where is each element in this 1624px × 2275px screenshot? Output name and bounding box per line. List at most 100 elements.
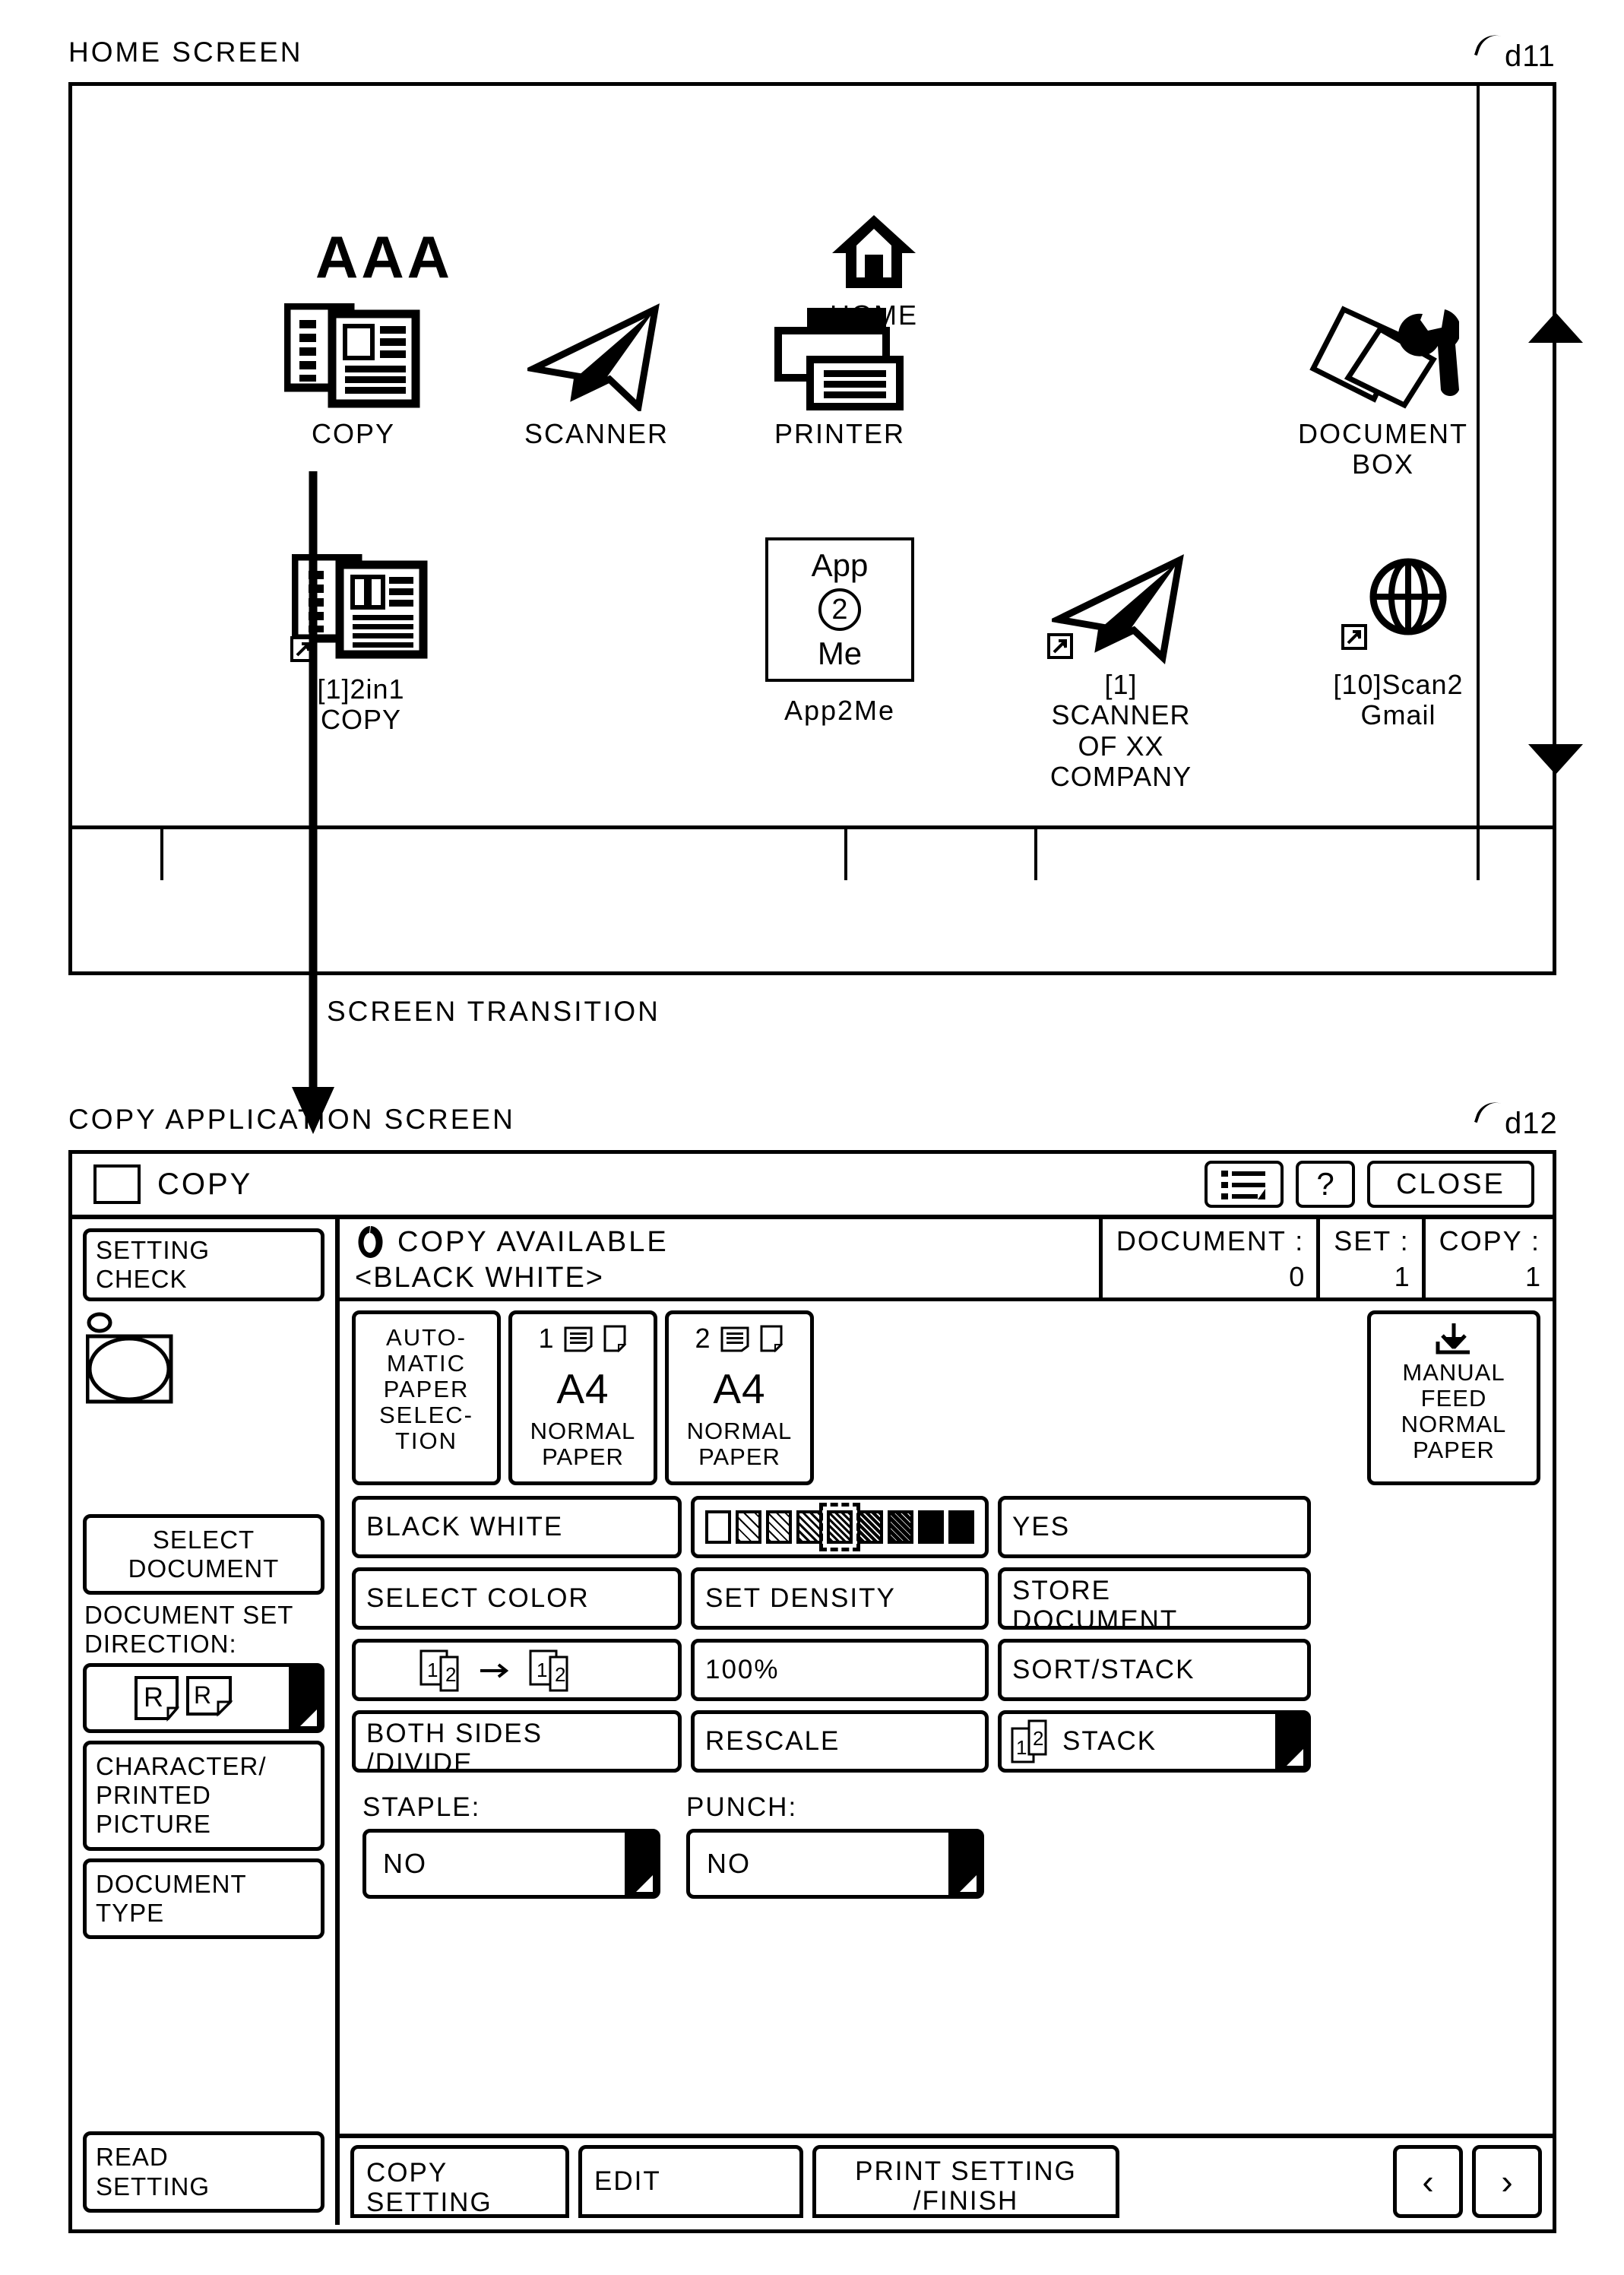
select-document-button[interactable]: SELECT DOCUMENT	[83, 1514, 324, 1595]
taskbar-slot-3[interactable]	[315, 829, 847, 880]
tray-2-size: A4	[713, 1365, 766, 1412]
punch-value-button[interactable]: NO	[686, 1829, 984, 1899]
tab-edit[interactable]: EDIT	[578, 2145, 803, 2218]
taskbar-slot-1[interactable]	[72, 829, 163, 880]
setting-check-label-line2: CHECK	[96, 1265, 188, 1293]
counter-copy-key: COPY :	[1439, 1225, 1540, 1256]
store-document-button[interactable]: STORE DOCUMENT	[998, 1567, 1311, 1635]
select-color-button[interactable]: SELECT COLOR	[352, 1567, 682, 1630]
tab-copy-setting[interactable]: COPY SETTING	[350, 2145, 569, 2218]
single-sheet-icon	[603, 1325, 626, 1353]
density-level-2[interactable]	[736, 1510, 761, 1544]
app-icon-scanner[interactable]: SCANNER	[498, 303, 695, 449]
duplex-1-2-icon: 1 2 1 2	[419, 1649, 568, 1692]
copy-documents-shortcut-icon	[290, 554, 430, 668]
set-density-button[interactable]: SET DENSITY	[691, 1567, 989, 1630]
close-button[interactable]: CLOSE	[1367, 1161, 1534, 1208]
app-icon-scanner-xx[interactable]: [1] SCANNER OF XX COMPANY	[1007, 554, 1235, 792]
taskbar-slot-4[interactable]	[847, 829, 1037, 880]
shortcut-arrow-icon	[1047, 633, 1073, 659]
density-level-4[interactable]	[796, 1510, 822, 1544]
density-level-6[interactable]	[857, 1510, 883, 1544]
rescale-button[interactable]: RESCALE	[691, 1710, 989, 1773]
staple-label: STAPLE:	[362, 1792, 481, 1822]
scroll-down-arrow-icon[interactable]	[1527, 741, 1584, 778]
copy-documents-icon	[262, 303, 445, 411]
density-level-7[interactable]	[888, 1510, 913, 1544]
tab-print-setting-finish[interactable]: PRINT SETTING /FINISH	[812, 2145, 1119, 2218]
screen-transition-label: SCREEN TRANSITION	[327, 996, 660, 1027]
app2me-tile-icon: App 2 Me	[765, 537, 914, 682]
both-sides-divide-button[interactable]: BOTH SIDES /DIVIDE	[352, 1710, 682, 1778]
paper-tray-2-button[interactable]: 2 A4 NORMAL PAPER	[665, 1310, 814, 1485]
copy-option-grid: BLACK WHITE YES SELECT COLOR SET DENSITY…	[352, 1496, 1540, 1778]
density-level-1[interactable]	[705, 1510, 731, 1544]
character-printed-picture-button[interactable]: CHARACTER/ PRINTED PICTURE	[83, 1740, 324, 1851]
scroll-up-arrow-icon[interactable]	[1527, 309, 1584, 346]
app2me-tile-line1: App	[811, 547, 869, 583]
app-label-scanner-xx-line4: COMPANY	[1049, 760, 1192, 792]
paper-tray-1-button[interactable]: 1 A4 NORMAL PAPER	[508, 1310, 657, 1485]
app-icon-app2me[interactable]: App 2 Me App2Me	[733, 537, 946, 726]
auto-paper-line1: AUTO-	[386, 1324, 467, 1351]
single-sheet-icon	[760, 1325, 783, 1353]
prev-page-button[interactable]: ‹	[1393, 2145, 1463, 2218]
taskbar-slot-5[interactable]	[1037, 829, 1553, 880]
density-level-8[interactable]	[918, 1510, 944, 1544]
finishing-row: STAPLE: NO PUNCH: NO	[352, 1792, 1540, 1899]
black-white-value-button[interactable]: BLACK WHITE	[352, 1496, 682, 1558]
sort-stack-button[interactable]: SORT/STACK	[998, 1639, 1311, 1701]
scale-value-button[interactable]: 100%	[691, 1639, 989, 1701]
dropdown-corner-icon	[625, 1832, 657, 1896]
ref-label-d12: d12	[1505, 1107, 1558, 1140]
density-strip-button[interactable]	[691, 1496, 989, 1558]
document-preview-icon	[86, 1312, 324, 1418]
read-setting-button[interactable]: READ SETTING	[83, 2131, 324, 2213]
dropdown-corner-icon	[948, 1832, 980, 1896]
document-set-direction-button[interactable]: R R	[83, 1662, 324, 1733]
copy-app-title: COPY	[157, 1167, 253, 1201]
tray-1-number: 1	[538, 1323, 555, 1355]
copy-mode-text: <BLACK WHITE>	[355, 1262, 604, 1294]
duplex-preview-button[interactable]: 1 2 1 2	[352, 1639, 682, 1701]
document-type-button[interactable]: DOCUMENT TYPE	[83, 1858, 324, 1940]
home-screen-panel: AAA HOME	[68, 82, 1583, 975]
app-icon-printer[interactable]: PRINTER	[741, 303, 939, 449]
density-level-3[interactable]	[766, 1510, 792, 1544]
help-button[interactable]: ?	[1296, 1161, 1355, 1208]
tray-1-header: 1	[517, 1319, 649, 1358]
density-level-5-selected[interactable]	[819, 1503, 860, 1551]
density-level-9[interactable]	[948, 1510, 974, 1544]
option-row-1: BLACK WHITE YES	[352, 1496, 1540, 1558]
staple-value-button[interactable]: NO	[362, 1829, 660, 1899]
copy-ready-line: COPY AVAILABLE	[355, 1224, 1099, 1260]
manual-feed-button[interactable]: MANUAL FEED NORMAL PAPER	[1367, 1310, 1540, 1485]
document-set-direction-label-line2: DIRECTION:	[84, 1629, 237, 1658]
next-page-button[interactable]: ›	[1472, 2145, 1542, 2218]
svg-text:1: 1	[1016, 1736, 1028, 1759]
app-icon-2in1-copy[interactable]: [1]2in1 COPY	[262, 554, 460, 736]
svg-text:2: 2	[445, 1663, 457, 1686]
app-icon-copy[interactable]: COPY	[262, 303, 445, 449]
option-row-2: SELECT COLOR SET DENSITY STORE DOCUMENT	[352, 1567, 1540, 1635]
copy-status-left: COPY AVAILABLE <BLACK WHITE>	[340, 1219, 1099, 1298]
option-row-4: BOTH SIDES /DIVIDE RESCALE 1 2 STACK	[352, 1710, 1540, 1778]
app-icon-scan2gmail[interactable]: [10]Scan2 Gmail	[1273, 554, 1524, 731]
taskbar-slot-2[interactable]	[163, 829, 315, 880]
tray-2-type-line2: PAPER	[698, 1443, 780, 1470]
dropdown-corner-icon	[289, 1665, 321, 1730]
list-menu-button[interactable]	[1205, 1161, 1284, 1208]
app-label-scan2gmail-line1: [10]Scan2	[1333, 669, 1464, 700]
character-picture-line3: PICTURE	[96, 1810, 211, 1839]
automatic-paper-selection-button[interactable]: AUTO- MATIC PAPER SELEC- TION	[352, 1310, 501, 1485]
brand-logo: AAA	[315, 223, 453, 290]
stack-button[interactable]: 1 2 STACK	[998, 1710, 1311, 1773]
staple-group: STAPLE: NO	[362, 1792, 660, 1899]
store-document-value-button[interactable]: YES	[998, 1496, 1311, 1558]
shortcut-arrow-icon	[1341, 624, 1367, 650]
app-icon-document-box[interactable]: DOCUMENT BOX	[1258, 303, 1508, 480]
setting-check-button[interactable]: SETTING CHECK	[83, 1228, 324, 1301]
density-level-strip	[695, 1503, 974, 1551]
app-label-scan2gmail-line2: Gmail	[1360, 699, 1436, 731]
setting-check-label-line1: SETTING	[96, 1235, 211, 1264]
